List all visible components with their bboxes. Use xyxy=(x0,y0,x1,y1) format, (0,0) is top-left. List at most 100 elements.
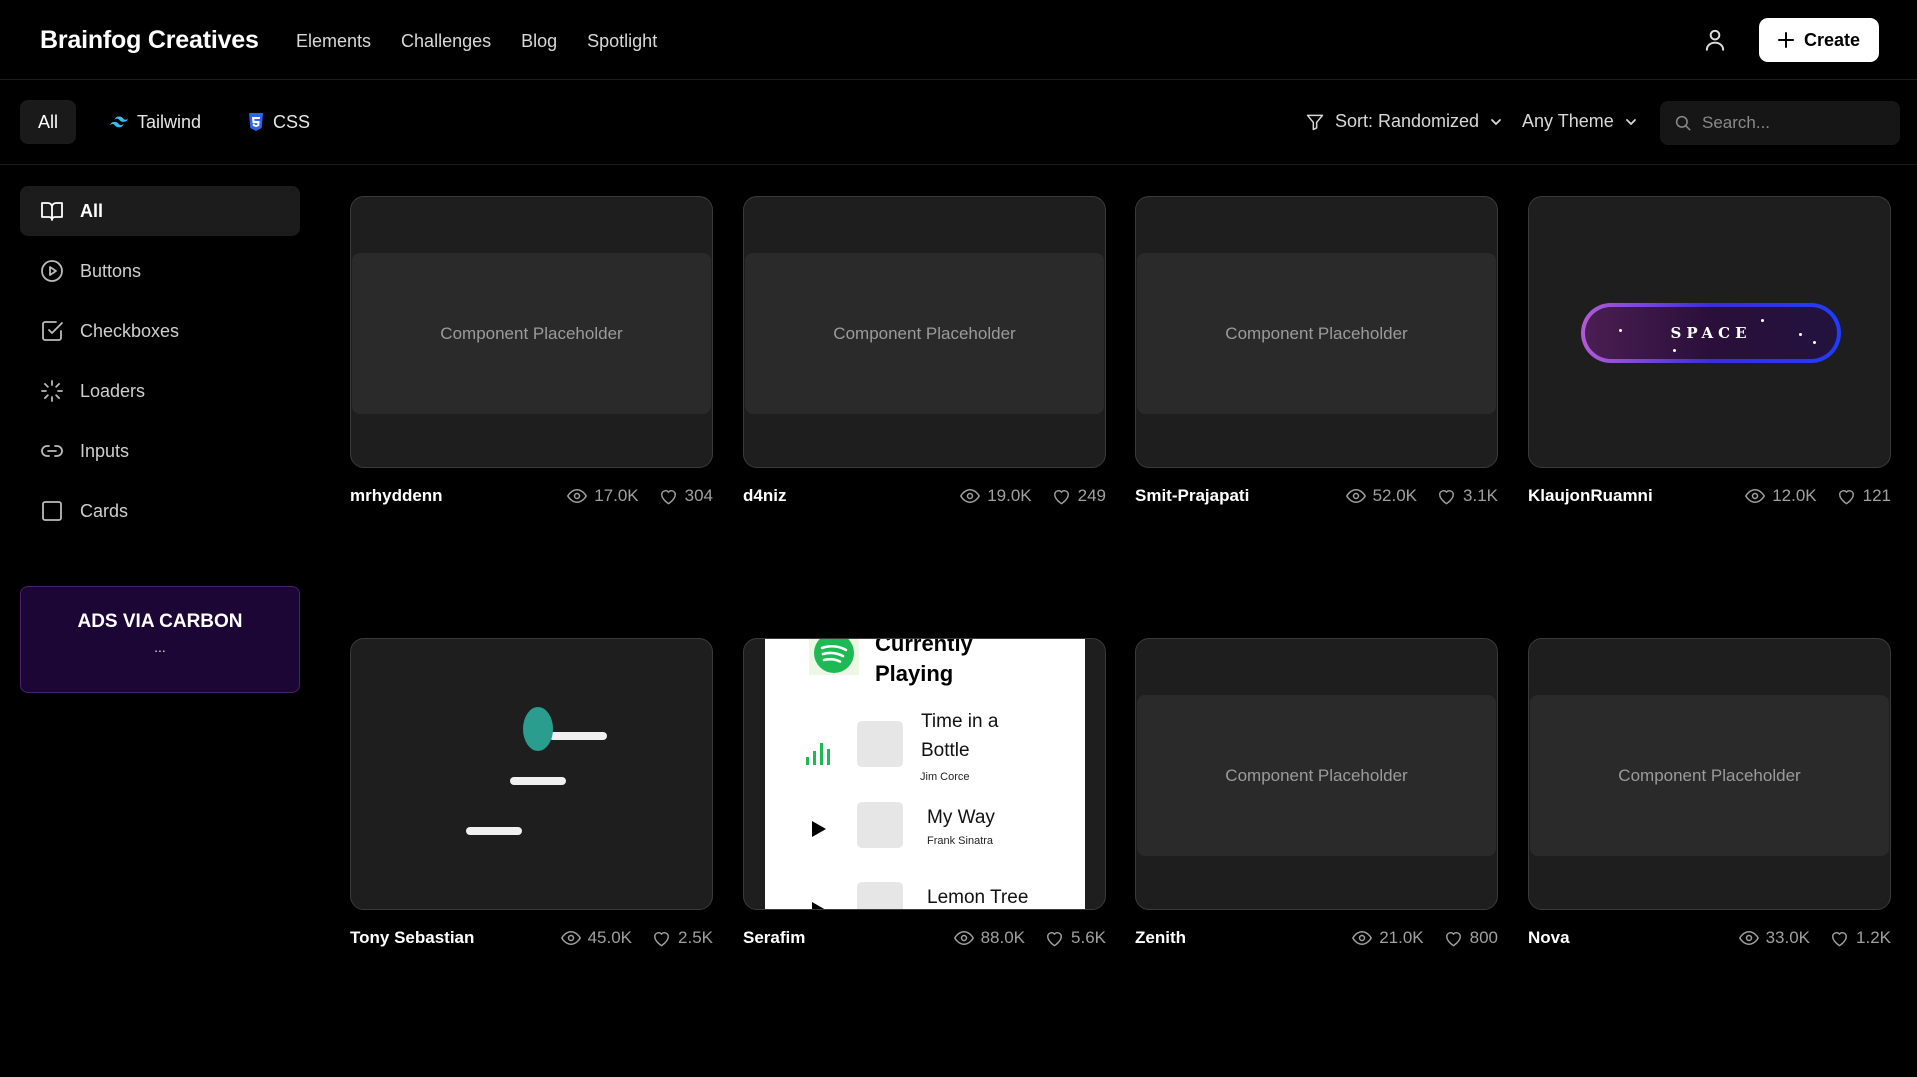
card-meta: Serafim 88.0K 5.6K xyxy=(743,926,1106,950)
likes-stat[interactable]: 249 xyxy=(1052,486,1106,506)
card-author[interactable]: Nova xyxy=(1528,928,1719,948)
play-icon[interactable] xyxy=(811,901,827,910)
filter-tab-all[interactable]: All xyxy=(20,100,77,144)
likes-stat[interactable]: 3.1K xyxy=(1437,486,1498,506)
sort-label: Sort: Randomized xyxy=(1335,111,1480,131)
component-card[interactable]: Component Placeholder xyxy=(1135,638,1498,910)
search-box[interactable] xyxy=(1660,101,1900,145)
checkbox-icon xyxy=(42,321,63,341)
eye-icon xyxy=(1345,488,1366,504)
nav-challenges[interactable]: Challenges xyxy=(401,31,491,52)
eye-icon xyxy=(1745,488,1766,504)
card-author[interactable]: Zenith xyxy=(1135,928,1332,948)
filter-tab-label: Tailwind xyxy=(137,111,202,132)
views-stat: 19.0K xyxy=(960,486,1032,506)
brand-logo[interactable]: Brainfog Creatives xyxy=(40,26,259,55)
likes-stat[interactable]: 1.2K xyxy=(1830,928,1891,948)
theme-label: Any Theme xyxy=(1522,111,1614,131)
likes-stat[interactable]: 2.5K xyxy=(652,928,713,948)
card-author[interactable]: d4niz xyxy=(743,486,940,506)
card-meta: Smit-Prajapati 52.0K 3.1K xyxy=(1135,484,1498,508)
theme-dropdown[interactable]: Any Theme xyxy=(1522,111,1638,132)
track-artwork xyxy=(857,721,903,767)
star xyxy=(1799,333,1802,336)
track-name-line: Time in a xyxy=(921,711,999,732)
component-placeholder: Component Placeholder xyxy=(1137,253,1496,414)
card-author[interactable]: mrhyddenn xyxy=(350,486,547,506)
track-name[interactable]: Lemon Tree xyxy=(927,883,1028,909)
carbon-ad[interactable]: ADS VIA CARBON ... xyxy=(20,586,300,693)
card-meta: Tony Sebastian 45.0K 2.5K xyxy=(350,926,713,950)
track-name[interactable]: My Way xyxy=(927,803,995,832)
nav-spotlight[interactable]: Spotlight xyxy=(587,31,657,52)
component-card[interactable]: Component Placeholder xyxy=(743,196,1106,468)
track-name-line: Bottle xyxy=(921,740,970,761)
heart-icon xyxy=(1439,489,1454,504)
search-icon xyxy=(1675,115,1691,131)
card-meta: Zenith 21.0K 800 xyxy=(1135,926,1498,950)
filter-tab-css[interactable]: CSS xyxy=(230,100,328,144)
card-author[interactable]: Smit-Prajapati xyxy=(1135,486,1326,506)
square-icon xyxy=(42,501,62,521)
sidebar-item-loaders[interactable]: Loaders xyxy=(20,366,300,416)
likes-count: 800 xyxy=(1469,928,1498,947)
spotify-logo-icon xyxy=(809,639,859,675)
eye-icon xyxy=(1738,930,1759,946)
card-author[interactable]: Serafim xyxy=(743,928,934,948)
views-stat: 52.0K xyxy=(1345,486,1417,506)
component-card[interactable]: Component Placeholder xyxy=(1135,196,1498,468)
component-card[interactable]: Currently Playing Time in a Bottle Jim C… xyxy=(743,638,1106,910)
filter-tab-label: All xyxy=(38,111,59,132)
component-card[interactable]: Component Placeholder xyxy=(1528,638,1891,910)
create-button[interactable]: Create xyxy=(1759,18,1879,62)
heart-icon xyxy=(654,931,669,946)
sidebar-item-cards[interactable]: Cards xyxy=(20,486,300,536)
equalizer-icon xyxy=(806,743,830,765)
sidebar-item-checkboxes[interactable]: Checkboxes xyxy=(20,306,300,356)
likes-stat[interactable]: 304 xyxy=(659,486,713,506)
component-card[interactable]: Component Placeholder xyxy=(350,196,713,468)
card-meta: Nova 33.0K 1.2K xyxy=(1528,926,1891,950)
likes-count: 121 xyxy=(1862,486,1891,505)
likes-count: 2.5K xyxy=(678,928,713,947)
plus-icon xyxy=(1777,32,1794,48)
sidebar-item-inputs[interactable]: Inputs xyxy=(20,426,300,476)
spotify-widget-preview: Currently Playing Time in a Bottle Jim C… xyxy=(765,639,1085,910)
space-label: SPACE xyxy=(1670,324,1752,342)
filter-bar: All Tailwind CSS Sort: Randomized Any Th… xyxy=(0,81,1917,165)
star xyxy=(1813,341,1816,344)
likes-count: 1.2K xyxy=(1856,928,1891,947)
search-input[interactable] xyxy=(1702,113,1882,133)
space-button-preview[interactable]: SPACE xyxy=(1581,303,1841,363)
star xyxy=(1619,329,1622,332)
nav-elements[interactable]: Elements xyxy=(296,31,371,52)
play-icon[interactable] xyxy=(811,820,827,838)
heart-icon xyxy=(1047,931,1062,946)
card-author[interactable]: KlaujonRuamni xyxy=(1528,486,1725,506)
filter-tab-tailwind[interactable]: Tailwind xyxy=(92,100,219,144)
card-meta: KlaujonRuamni 12.0K 121 xyxy=(1528,484,1891,508)
track-name[interactable]: Time in a Bottle xyxy=(921,707,998,765)
user-icon[interactable] xyxy=(1702,27,1728,53)
component-card[interactable]: SPACE xyxy=(1528,196,1891,468)
sort-dropdown[interactable]: Sort: Randomized xyxy=(1305,111,1503,132)
sidebar-item-all[interactable]: All xyxy=(20,186,300,236)
sidebar-item-label: Cards xyxy=(80,500,129,521)
component-card[interactable] xyxy=(350,638,713,910)
book-open-icon xyxy=(41,202,63,221)
views-count: 12.0K xyxy=(1772,486,1817,505)
likes-count: 3.1K xyxy=(1463,486,1498,505)
sidebar-item-label: Buttons xyxy=(80,260,142,281)
views-count: 33.0K xyxy=(1765,928,1811,947)
views-count: 17.0K xyxy=(594,486,639,505)
card-author[interactable]: Tony Sebastian xyxy=(350,928,541,948)
likes-stat[interactable]: 5.6K xyxy=(1045,928,1106,948)
nav-blog[interactable]: Blog xyxy=(521,31,557,52)
sidebar-item-buttons[interactable]: Buttons xyxy=(20,246,300,296)
likes-stat[interactable]: 800 xyxy=(1444,928,1498,948)
top-bar: Brainfog Creatives Elements Challenges B… xyxy=(0,0,1917,80)
sidebar-item-label: All xyxy=(80,200,104,221)
eye-icon xyxy=(953,930,974,946)
likes-stat[interactable]: 121 xyxy=(1837,486,1891,506)
views-count: 88.0K xyxy=(980,928,1026,947)
